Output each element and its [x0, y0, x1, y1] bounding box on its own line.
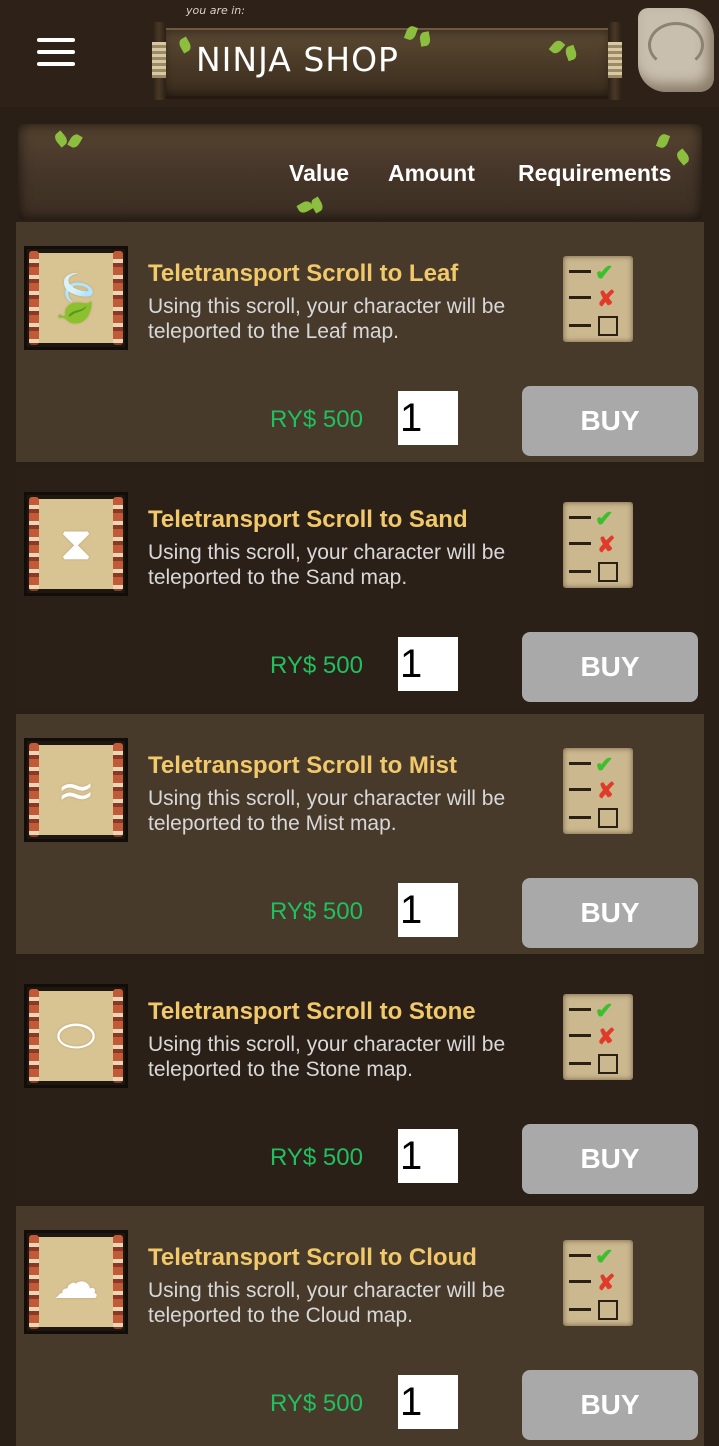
quantity-input[interactable]	[398, 1129, 458, 1183]
cloud-symbol-icon: ☁	[24, 1230, 128, 1334]
item-description: Using this scroll, your character will b…	[148, 541, 506, 589]
item-name: Teletransport Scroll to Leaf	[148, 260, 459, 287]
location-caption: you are in:	[186, 4, 245, 17]
buy-button[interactable]: BUY	[522, 386, 698, 456]
list-item: 🍃 Teletransport Scroll to Leaf Using thi…	[16, 222, 704, 462]
column-requirements: Requirements	[518, 160, 672, 186]
list-item: ☁ Teletransport Scroll to Cloud Using th…	[16, 1206, 704, 1446]
item-price: RY$ 500	[270, 652, 363, 679]
page-title: NINJA SHOP	[196, 40, 399, 79]
item-description: Using this scroll, your character will b…	[148, 1279, 506, 1327]
requirements-checklist-icon[interactable]: ✔ ✘	[563, 1240, 633, 1326]
list-item: ⬭ Teletransport Scroll to Stone Using th…	[16, 960, 704, 1200]
sand-symbol-icon: ⧗	[24, 492, 128, 596]
item-description: Using this scroll, your character will b…	[148, 787, 506, 835]
bag-icon[interactable]	[638, 8, 714, 92]
item-price: RY$ 500	[270, 898, 363, 925]
mist-symbol-icon: ≈	[24, 738, 128, 842]
item-name: Teletransport Scroll to Cloud	[148, 1244, 477, 1271]
requirements-checklist-icon[interactable]: ✔ ✘	[563, 502, 633, 588]
column-value: Value	[289, 160, 350, 186]
buy-button[interactable]: BUY	[522, 878, 698, 948]
list-item: ≈ Teletransport Scroll to Mist Using thi…	[16, 714, 704, 954]
requirements-checklist-icon[interactable]: ✔ ✘	[563, 748, 633, 834]
requirements-checklist-icon[interactable]: ✔ ✘	[563, 994, 633, 1080]
requirements-checklist-icon[interactable]: ✔ ✘	[563, 256, 633, 342]
quantity-input[interactable]	[398, 1375, 458, 1429]
buy-button[interactable]: BUY	[522, 632, 698, 702]
quantity-input[interactable]	[398, 391, 458, 445]
column-amount: Amount	[388, 160, 475, 186]
buy-button[interactable]: BUY	[522, 1124, 698, 1194]
leaf-symbol-icon: 🍃	[24, 246, 128, 350]
item-name: Teletransport Scroll to Mist	[148, 752, 457, 779]
item-price: RY$ 500	[270, 406, 363, 433]
item-price: RY$ 500	[270, 1390, 363, 1417]
stone-symbol-icon: ⬭	[24, 984, 128, 1088]
list-item: ⧗ Teletransport Scroll to Sand Using thi…	[16, 468, 704, 708]
item-name: Teletransport Scroll to Stone	[148, 998, 476, 1025]
hamburger-menu-icon[interactable]	[37, 38, 75, 66]
item-name: Teletransport Scroll to Sand	[148, 506, 468, 533]
top-bar: you are in: NINJA SHOP	[0, 0, 719, 107]
item-price: RY$ 500	[270, 1144, 363, 1171]
quantity-input[interactable]	[398, 637, 458, 691]
item-description: Using this scroll, your character will b…	[148, 295, 506, 343]
quantity-input[interactable]	[398, 883, 458, 937]
item-description: Using this scroll, your character will b…	[148, 1033, 506, 1081]
buy-button[interactable]: BUY	[522, 1370, 698, 1440]
